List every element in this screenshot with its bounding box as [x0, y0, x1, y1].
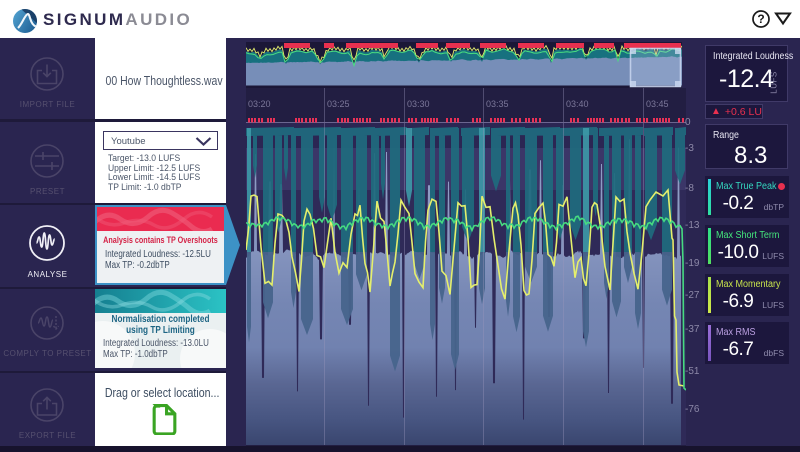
svg-text:03:40: 03:40: [566, 99, 589, 109]
svg-text:03:25: 03:25: [327, 99, 350, 109]
svg-text:?: ?: [757, 12, 764, 26]
svg-text:03:30: 03:30: [407, 99, 430, 109]
svg-text:03:35: 03:35: [486, 99, 509, 109]
svg-text:03:45: 03:45: [646, 99, 669, 109]
svg-text:03:20: 03:20: [248, 99, 271, 109]
